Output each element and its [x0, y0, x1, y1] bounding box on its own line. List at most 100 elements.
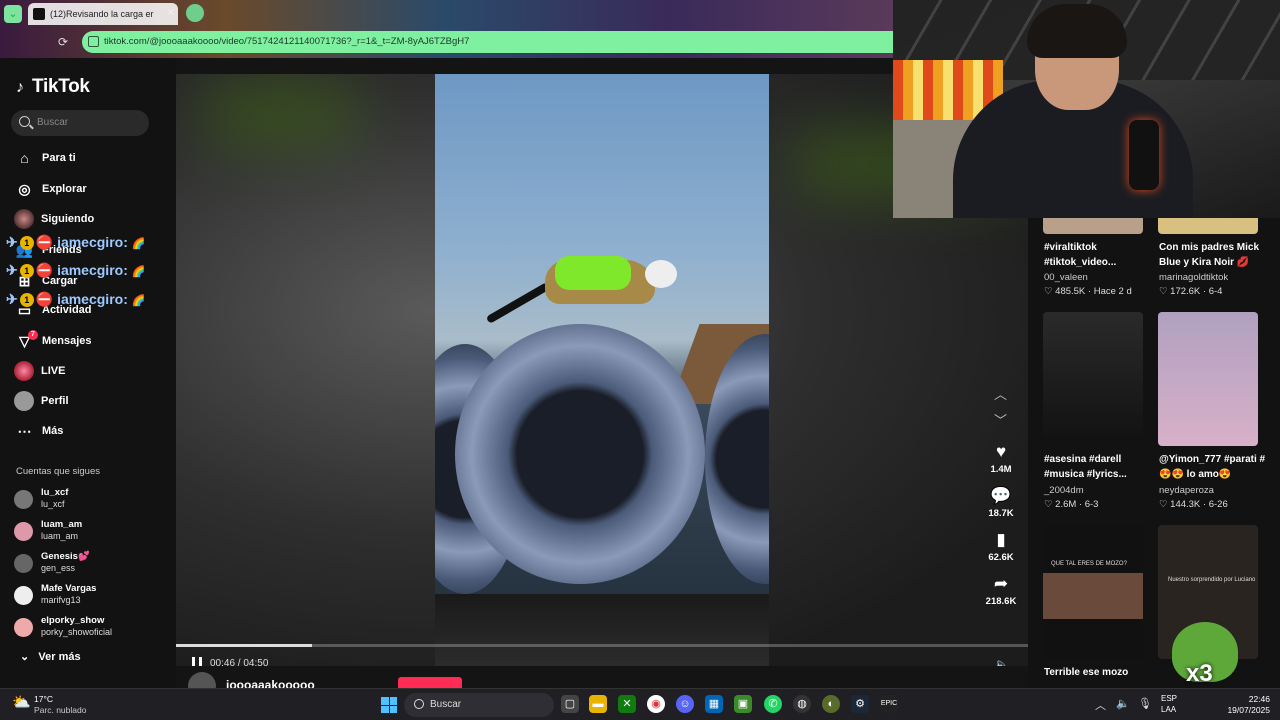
video-thumbnail[interactable] [1158, 218, 1258, 234]
weather-icon[interactable]: ⛅ [12, 693, 31, 711]
video-user[interactable]: marinagoldtiktok [1159, 272, 1228, 283]
comment-count: 18.7K [988, 508, 1014, 519]
task-view-icon[interactable]: ▢ [561, 695, 579, 713]
clock-time[interactable]: 22:46 [1204, 694, 1270, 704]
nav-live[interactable]: LIVE [14, 361, 66, 381]
following-name: Mafe Vargas [41, 583, 97, 594]
nav-mas[interactable]: ⋯ Más [16, 421, 64, 441]
speaker-icon[interactable]: 🔈 [1116, 697, 1130, 710]
app-icon[interactable]: ◐ [822, 695, 840, 713]
file-explorer-icon[interactable]: ▬ [589, 695, 607, 713]
save-button[interactable]: ▮ 62.6K [981, 530, 1021, 563]
tab-menu-icon[interactable]: ⌄ [4, 5, 22, 23]
nav-perfil[interactable]: Perfil [14, 391, 69, 411]
weather-temp[interactable]: 17°C [34, 694, 53, 704]
address-bar[interactable]: tiktok.com/@joooaaakoooo/video/751742412… [82, 31, 893, 53]
video-title[interactable]: @Yimon_777 #parati #😍😍 lo amo😍 [1159, 452, 1269, 482]
following-name: elporky_show [41, 615, 105, 626]
minecraft-icon[interactable]: ▣ [734, 695, 752, 713]
badge-icon: 1 [19, 264, 34, 279]
store-icon[interactable]: ▦ [705, 695, 723, 713]
discord-icon[interactable]: ☺ [676, 695, 694, 713]
avatar [14, 490, 33, 509]
comment-icon: 💬 [990, 486, 1012, 505]
cat-head [645, 260, 677, 288]
nav-para-ti[interactable]: ⌂ Para ti [16, 148, 75, 168]
following-item[interactable]: lu_xcf lu_xcf [14, 486, 174, 514]
pause-icon[interactable] [192, 657, 202, 666]
comment-button[interactable]: 💬 18.7K [981, 486, 1021, 519]
video-likes: 485.5K [1055, 286, 1086, 297]
epic-games-icon[interactable]: EPIC [880, 695, 898, 713]
video-thumbnail[interactable] [1043, 312, 1143, 446]
chevron-up-icon[interactable]: ︿ [994, 384, 1007, 403]
tiktok-logo[interactable]: ♪ TikTok [16, 76, 90, 98]
keyboard-layout[interactable]: LAA [1161, 705, 1176, 714]
browser-chrome: ⌄ (12)Revisando la carga er ✕ ⟳ tiktok.c… [0, 0, 893, 58]
volume-icon[interactable]: 🔈 [994, 657, 1010, 666]
logo-text: TikTok [32, 76, 90, 97]
video-thumbnail[interactable] [1043, 218, 1143, 234]
see-more-button[interactable]: ⌄ Ver más [20, 650, 81, 663]
clock-date[interactable]: 19/07/2025 [1204, 705, 1270, 715]
tab-title: (12)Revisando la carga er [50, 9, 154, 19]
cat-tail [485, 282, 551, 324]
nav-explorar[interactable]: ◎ Explorar [16, 179, 86, 199]
video-user[interactable]: neydaperoza [1159, 485, 1214, 496]
following-name: Genesis💕 [41, 551, 90, 562]
chevron-down-icon[interactable]: ﹀ [994, 410, 1007, 429]
whatsapp-icon[interactable]: ✆ [764, 695, 782, 713]
screen: ⌄ (12)Revisando la carga er ✕ ⟳ tiktok.c… [0, 0, 1280, 720]
playback-time: 00:46 / 04:50 [210, 658, 269, 666]
video-frame[interactable] [435, 74, 769, 666]
following-item[interactable]: luam_am luam_am [14, 518, 174, 546]
video-title[interactable]: #asesina #darell #musica #lyrics... [1044, 452, 1154, 482]
tab-close-icon[interactable]: ✕ [166, 6, 175, 19]
nav-label: LIVE [41, 365, 66, 377]
obs-icon[interactable]: ◍ [793, 695, 811, 713]
reload-icon[interactable]: ⟳ [58, 35, 68, 49]
video-thumbnail[interactable]: QUE TAL ERES DE MOZO? [1043, 525, 1143, 659]
mic-icon[interactable]: 🎙 [1138, 697, 1152, 710]
steam-icon[interactable]: ⚙ [851, 695, 869, 713]
progress-bar[interactable] [176, 644, 1028, 647]
nav-mensajes[interactable]: ▽ 7 Mensajes [16, 329, 92, 351]
badge-icon: 1 [19, 293, 34, 308]
author-row: joooaaakooooo [176, 670, 1028, 700]
messages-icon: ▽ 7 [16, 329, 38, 350]
compass-icon: ◎ [18, 180, 31, 197]
site-info-icon[interactable] [88, 36, 99, 47]
following-item[interactable]: Genesis💕 gen_ess [14, 550, 174, 578]
webcam-person-hair [1027, 4, 1127, 58]
messages-badge: 7 [28, 329, 38, 340]
video-title[interactable]: #viraltiktok #tiktok_video... [1044, 240, 1154, 270]
browser-tab[interactable]: (12)Revisando la carga er [28, 3, 178, 25]
video-user[interactable]: _2004dm [1044, 485, 1084, 496]
following-item[interactable]: Mafe Vargas marifvg13 [14, 582, 174, 610]
heart-icon: ♥ [995, 442, 1007, 461]
start-button[interactable] [381, 697, 397, 713]
chevron-up-icon[interactable]: ︿ [1095, 697, 1106, 713]
following-item[interactable]: elporky_show porky_showoficial [14, 614, 174, 642]
share-button[interactable]: ➦ 218.6K [981, 574, 1021, 607]
keyboard-lang[interactable]: ESP [1161, 694, 1177, 703]
nav-siguiendo[interactable]: Siguiendo [14, 209, 94, 229]
following-handle: marifvg13 [41, 595, 81, 605]
video-thumbnail[interactable] [1158, 312, 1258, 446]
chrome-icon[interactable]: ◉ [647, 695, 665, 713]
weather-desc[interactable]: Parc. nublado [34, 705, 86, 715]
video-likes: 144.3K [1170, 499, 1201, 510]
new-tab-icon[interactable] [186, 4, 204, 22]
like-button[interactable]: ♥ 1.4M [981, 442, 1021, 475]
taskbar-search-placeholder: Buscar [430, 699, 462, 710]
windows-taskbar: ⛅ 17°C Parc. nublado Buscar ▢ ▬ ✕ ◉ ☺ ▦ … [0, 688, 1280, 720]
search-input[interactable]: Buscar [11, 110, 149, 136]
thumbnail-scene [1043, 573, 1143, 619]
video-user[interactable]: 00_valeen [1044, 272, 1088, 283]
share-count: 218.6K [985, 596, 1017, 607]
taskbar-search[interactable]: Buscar [404, 693, 554, 717]
video-title[interactable]: Terrible ese mozo [1044, 665, 1154, 680]
xbox-icon[interactable]: ✕ [618, 695, 636, 713]
video-title[interactable]: Con mis padres Mick Blue y Kira Noir 💋 [1159, 240, 1269, 270]
following-name: lu_xcf [41, 487, 69, 498]
